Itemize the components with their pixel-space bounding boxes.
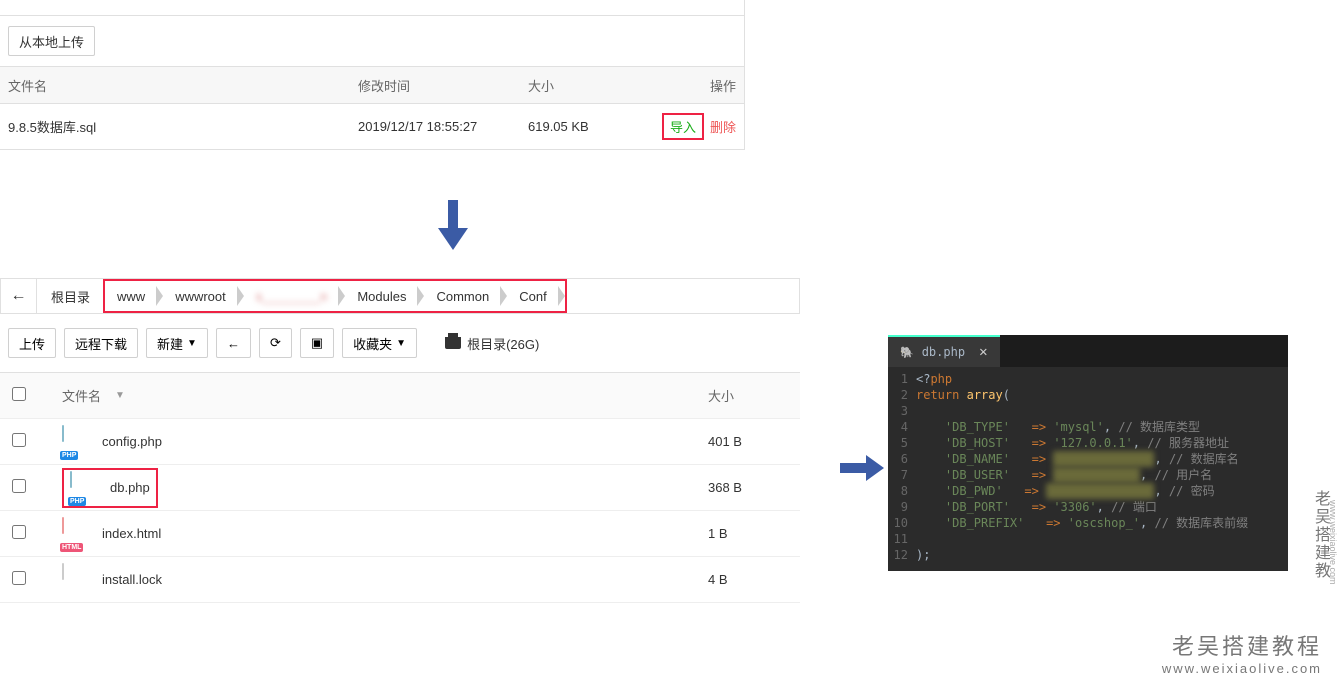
php-file-icon: PHP xyxy=(70,472,98,504)
new-button[interactable]: 新建 ▼ xyxy=(146,328,208,358)
header-filename[interactable]: 文件名 xyxy=(62,386,101,405)
file-row[interactable]: PHP config.php 401 B xyxy=(0,419,800,465)
refresh-button[interactable]: ⟳ xyxy=(259,328,292,358)
remote-download-button[interactable]: 远程下载 xyxy=(64,328,138,358)
caret-down-icon: ▼ xyxy=(396,338,406,349)
code-editor: 🐘 db.php ✕ 123456789101112 <?phpreturn a… xyxy=(888,335,1288,571)
row-checkbox[interactable] xyxy=(12,433,26,447)
file-size: 1 B xyxy=(708,526,788,541)
import-link[interactable]: 导入 xyxy=(662,113,704,140)
php-file-icon: PHP xyxy=(62,426,90,458)
sql-filename: 9.8.5数据库.sql xyxy=(8,117,358,136)
col-ops: 操作 xyxy=(628,76,736,95)
elephant-icon: 🐘 xyxy=(900,346,914,359)
breadcrumb-chain: www wwwroot s________n Modules Common Co… xyxy=(103,279,567,313)
col-mtime: 修改时间 xyxy=(358,76,528,95)
file-name: install.lock xyxy=(102,572,162,587)
disk-info: 根目录(26G) xyxy=(445,334,539,353)
header-size[interactable]: 大小 xyxy=(708,386,788,405)
disk-label: 根目录(26G) xyxy=(467,334,539,353)
bc-www[interactable]: www xyxy=(105,281,163,311)
file-row[interactable]: install.lock 4 B xyxy=(0,557,800,603)
watermark-vertical-url: www.weixiaolive.com xyxy=(1328,500,1338,585)
select-all-checkbox[interactable] xyxy=(12,387,26,401)
file-row[interactable]: PHP db.php 368 B xyxy=(0,465,800,511)
caret-down-icon: ▼ xyxy=(187,338,197,349)
blank-file-icon xyxy=(62,564,90,596)
favorites-button[interactable]: 收藏夹 ▼ xyxy=(342,328,417,358)
file-size: 4 B xyxy=(708,572,788,587)
col-size: 大小 xyxy=(528,76,628,95)
close-tab-icon[interactable]: ✕ xyxy=(979,344,987,360)
watermark-cn: 老吴搭建教程 xyxy=(1162,629,1322,661)
watermark-url: www.weixiaolive.com xyxy=(1162,661,1322,676)
bc-conf[interactable]: Conf xyxy=(507,281,564,311)
file-name: index.html xyxy=(102,526,161,541)
arrow-right-icon xyxy=(840,455,884,481)
file-row[interactable]: HTML index.html 1 B xyxy=(0,511,800,557)
delete-link[interactable]: 删除 xyxy=(710,117,736,136)
col-filename: 文件名 xyxy=(8,76,358,95)
line-gutter: 123456789101112 xyxy=(888,371,916,563)
upload-button[interactable]: 上传 xyxy=(8,328,56,358)
bc-common[interactable]: Common xyxy=(424,281,507,311)
sql-row: 9.8.5数据库.sql 2019/12/17 18:55:27 619.05 … xyxy=(0,104,744,150)
bc-wwwroot[interactable]: wwwroot xyxy=(163,281,244,311)
row-checkbox[interactable] xyxy=(12,571,26,585)
upload-local-button[interactable]: 从本地上传 xyxy=(8,26,95,56)
arrow-down-icon xyxy=(438,200,468,250)
code-area[interactable]: <?phpreturn array( 'DB_TYPE' => 'mysql',… xyxy=(916,371,1288,563)
html-file-icon: HTML xyxy=(62,518,90,550)
breadcrumb-root[interactable]: 根目录 xyxy=(37,279,104,313)
file-header: 文件名 ▼ 大小 xyxy=(0,373,800,419)
tab-filename: db.php xyxy=(922,345,965,359)
sql-table-header: 文件名 修改时间 大小 操作 xyxy=(0,66,744,104)
editor-tabs: 🐘 db.php ✕ xyxy=(888,335,1288,367)
terminal-button[interactable]: ▣ xyxy=(300,328,334,358)
file-size: 368 B xyxy=(708,480,788,495)
file-name: db.php xyxy=(110,480,150,495)
bc-domain[interactable]: s________n xyxy=(244,281,346,311)
highlight-box: PHP db.php xyxy=(62,468,158,508)
sort-caret-icon: ▼ xyxy=(115,390,125,401)
toolbar: 上传 远程下载 新建 ▼ ← ⟳ ▣ 收藏夹 ▼ 根目录(26G) xyxy=(0,314,800,372)
file-name: config.php xyxy=(102,434,162,449)
disk-icon xyxy=(445,337,461,349)
row-checkbox[interactable] xyxy=(12,479,26,493)
sql-mtime: 2019/12/17 18:55:27 xyxy=(358,119,528,134)
back-button[interactable]: ← xyxy=(1,279,37,313)
toolbar-back-button[interactable]: ← xyxy=(216,328,251,358)
sql-size: 619.05 KB xyxy=(528,119,628,134)
editor-tab[interactable]: 🐘 db.php ✕ xyxy=(888,335,1000,367)
watermark-bottom: 老吴搭建教程 www.weixiaolive.com xyxy=(1162,629,1322,676)
row-checkbox[interactable] xyxy=(12,525,26,539)
bc-modules[interactable]: Modules xyxy=(345,281,424,311)
file-size: 401 B xyxy=(708,434,788,449)
breadcrumb: ← 根目录 www wwwroot s________n Modules Com… xyxy=(0,278,800,314)
